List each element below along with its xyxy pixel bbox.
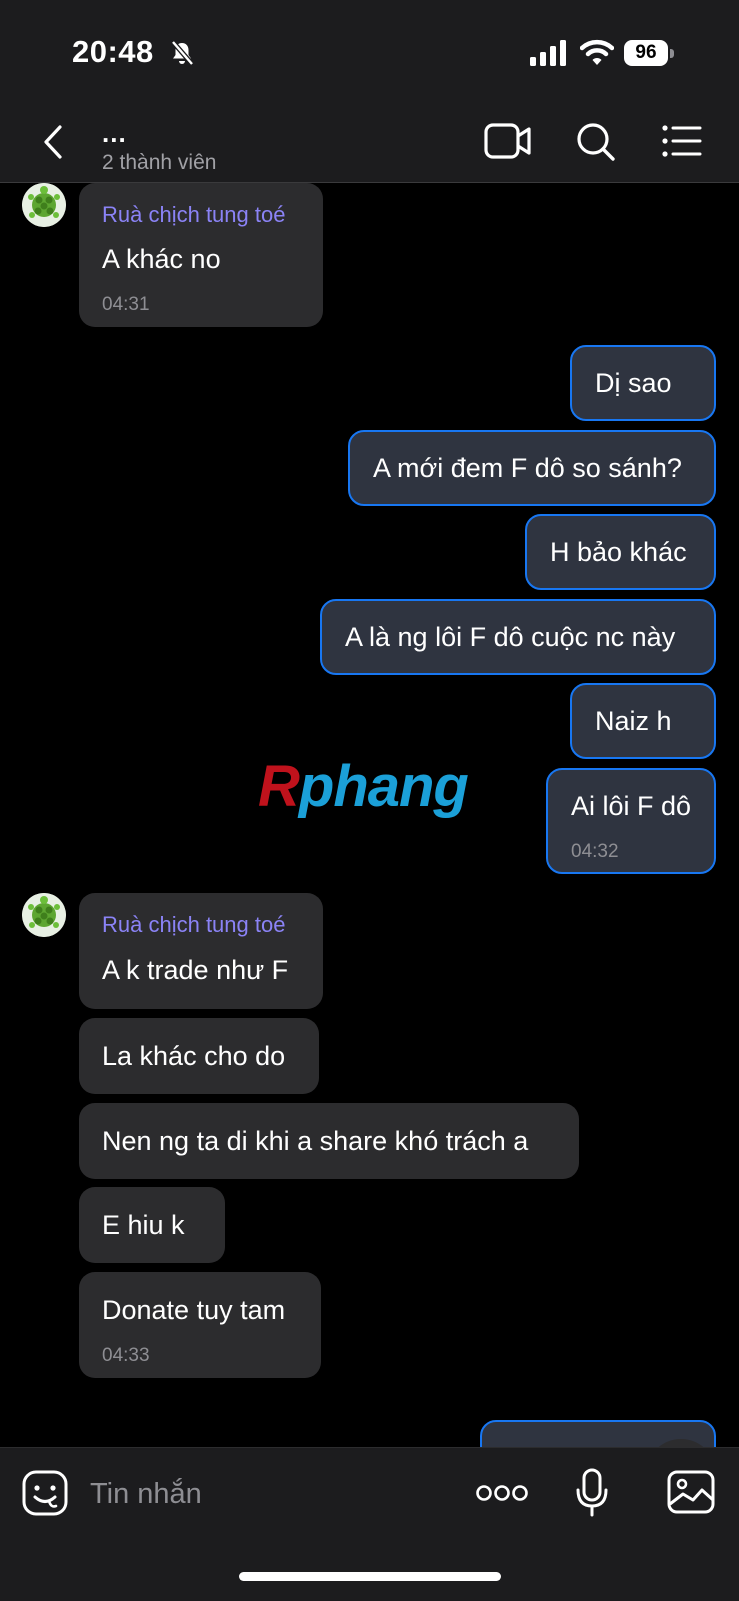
sticker-emoji-icon[interactable]	[22, 1470, 68, 1516]
message-bubble-incoming[interactable]: Nen ng ta di khi a share khó trách a	[79, 1103, 579, 1179]
sender-name: Ruà chịch tung toé	[102, 202, 286, 227]
list-menu-icon[interactable]	[662, 124, 702, 158]
message-text: La khác cho do	[102, 1041, 286, 1071]
microphone-icon[interactable]	[576, 1468, 608, 1518]
turtle-avatar-icon	[22, 183, 66, 227]
message-bubble-outgoing[interactable]: Dị sao	[570, 345, 716, 421]
message-composer	[0, 1447, 739, 1601]
message-text: H bảo khác	[550, 537, 687, 567]
message-bubble-incoming[interactable]: Ruà chịch tung toé A khác no 04:31	[79, 183, 323, 327]
message-bubble-outgoing[interactable]: Ai lôi F dô 04:32	[546, 768, 716, 874]
turtle-avatar-icon	[22, 893, 66, 937]
message-text: A k trade như F	[102, 955, 289, 985]
bell-muted-icon	[171, 40, 194, 66]
avatar[interactable]	[22, 183, 66, 227]
wifi-icon	[580, 39, 614, 65]
video-call-icon[interactable]	[484, 122, 532, 160]
group-name[interactable]: ...	[102, 118, 127, 149]
message-text: A khác no	[102, 244, 221, 274]
message-input[interactable]	[88, 1470, 432, 1518]
image-gallery-icon[interactable]	[667, 1470, 715, 1514]
battery-indicator: 96	[624, 40, 674, 68]
search-icon[interactable]	[576, 122, 616, 162]
more-options-icon[interactable]	[476, 1483, 528, 1503]
message-text: A mới đem F dô so sánh?	[373, 453, 682, 483]
chat-header: ... 2 thành viên	[0, 110, 739, 183]
watermark-part: phang	[298, 754, 469, 819]
status-time: 20:48	[72, 34, 154, 69]
battery-tip	[670, 49, 674, 58]
chevron-left-icon[interactable]	[40, 124, 66, 160]
watermark-logo: Rphang	[258, 753, 469, 820]
message-bubble-incoming[interactable]: E hiu k	[79, 1187, 225, 1263]
battery-level: 96	[624, 40, 668, 66]
message-bubble-incoming[interactable]: Ruà chịch tung toé A k trade như F	[79, 893, 323, 1009]
avatar[interactable]	[22, 893, 66, 937]
message-bubble-outgoing[interactable]: H bảo khác	[525, 514, 716, 590]
home-indicator	[239, 1572, 501, 1581]
message-text: A là ng lôi F dô cuộc nc này	[345, 622, 676, 652]
double-chevron-down-icon	[646, 1439, 716, 1447]
message-time: 04:33	[102, 1345, 150, 1366]
message-bubble-incoming[interactable]: Donate tuy tam 04:33	[79, 1272, 321, 1378]
message-text: Naiz h	[595, 706, 672, 736]
sender-name: Ruà chịch tung toé	[102, 912, 286, 937]
message-bubble-outgoing[interactable]: A là ng lôi F dô cuộc nc này	[320, 599, 716, 675]
cellular-signal-icon	[530, 40, 566, 66]
message-time: 04:32	[571, 841, 619, 862]
message-text: Nen ng ta di khi a share khó trách a	[102, 1126, 529, 1156]
message-time: 04:31	[102, 294, 150, 315]
message-text: Donate tuy tam	[102, 1295, 286, 1325]
message-bubble-outgoing[interactable]: A mới đem F dô so sánh?	[348, 430, 716, 506]
scroll-to-bottom-button[interactable]	[646, 1439, 716, 1447]
message-list[interactable]: Ruà chịch tung toé A khác no 04:31 Dị sa…	[0, 183, 739, 1447]
status-bar: 20:48 96	[0, 0, 739, 110]
watermark-part: R	[258, 754, 300, 819]
message-text: Dị sao	[595, 368, 672, 398]
message-bubble-outgoing[interactable]: Naiz h	[570, 683, 716, 759]
message-bubble-incoming[interactable]: La khác cho do	[79, 1018, 319, 1094]
member-count[interactable]: 2 thành viên	[102, 151, 216, 175]
message-text: Ai lôi F dô	[571, 791, 692, 821]
message-text: E hiu k	[102, 1210, 185, 1240]
